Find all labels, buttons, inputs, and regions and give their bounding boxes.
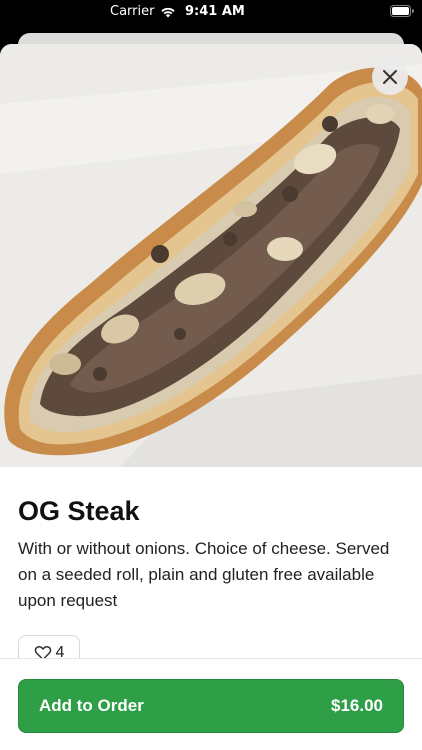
item-detail-sheet: OG Steak With or without onions. Choice … [0, 44, 422, 750]
clock: 9:41 AM [185, 4, 245, 19]
add-to-order-button[interactable]: Add to Order $16.00 [18, 679, 404, 733]
item-description: With or without onions. Choice of cheese… [18, 539, 390, 610]
close-button[interactable] [372, 59, 408, 95]
bottom-action-bar: Add to Order $16.00 [0, 658, 422, 750]
item-title: OG Steak [18, 496, 140, 526]
add-to-order-label: Add to Order [39, 696, 144, 715]
battery-icon [390, 5, 414, 17]
carrier-label: Carrier [110, 4, 155, 19]
close-icon [383, 70, 397, 84]
carrier-group: Carrier [110, 4, 176, 19]
cheesesteak-photo [0, 44, 422, 467]
order-price: $16.00 [331, 696, 383, 715]
status-bar: Carrier 9:41 AM [0, 0, 422, 24]
wifi-icon [161, 7, 176, 17]
item-photo [0, 44, 422, 467]
